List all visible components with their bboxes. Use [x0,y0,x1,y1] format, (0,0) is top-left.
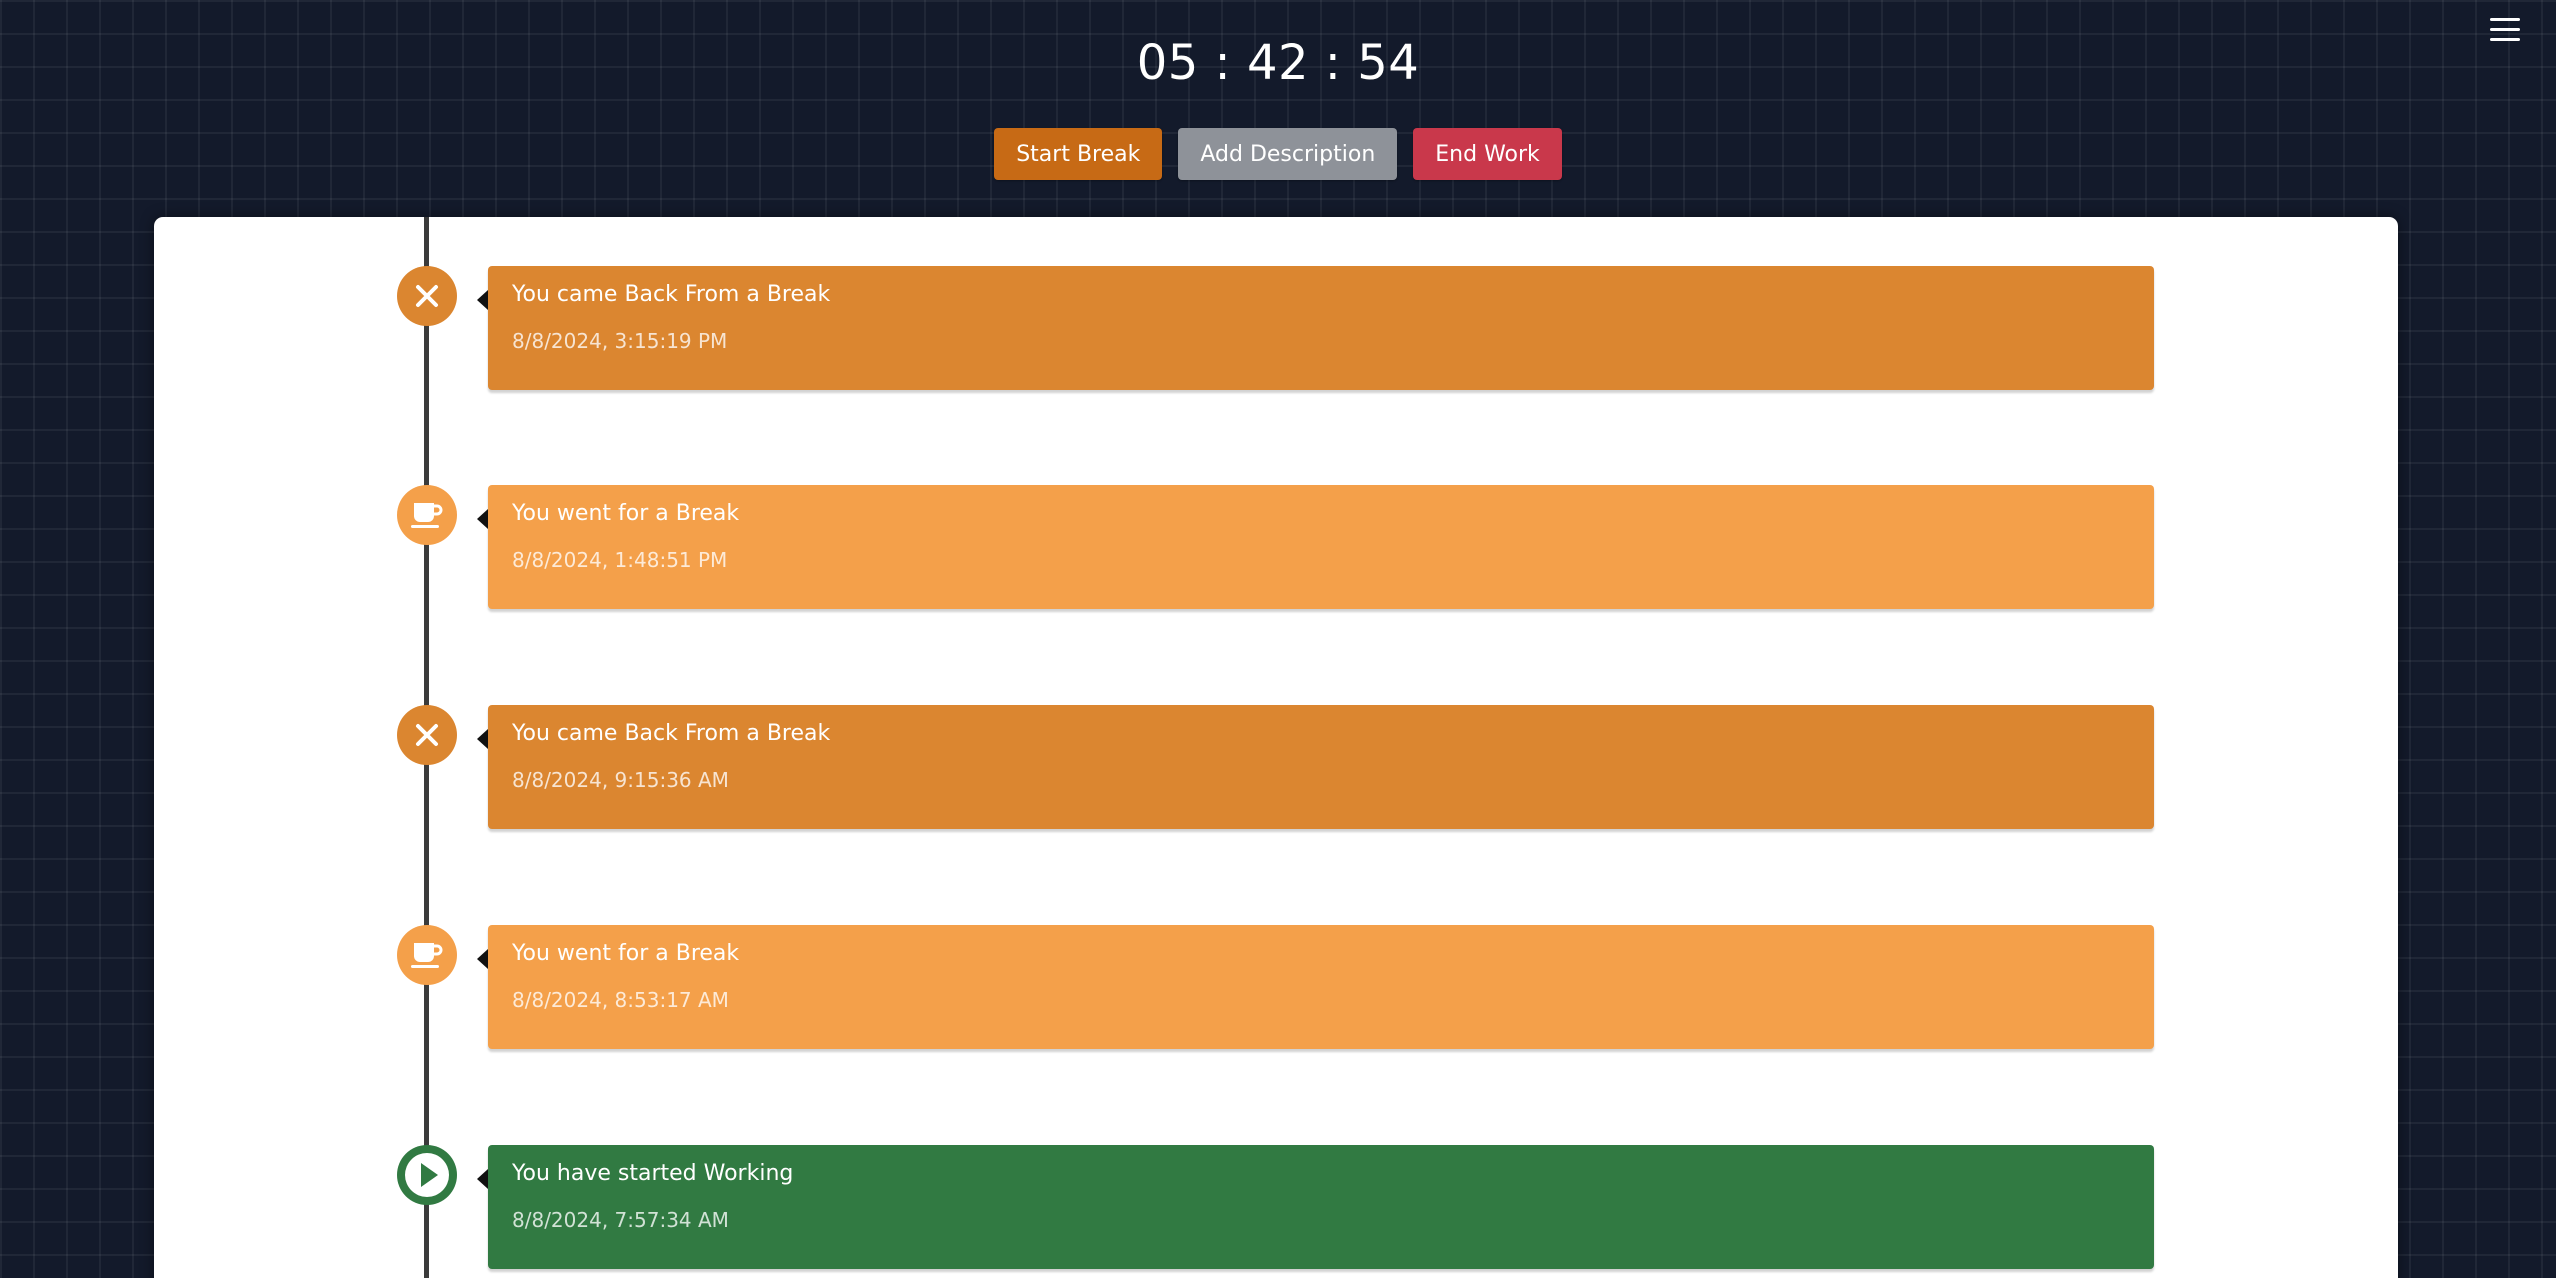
event-timestamp: 8/8/2024, 8:53:17 AM [512,988,729,1012]
close-icon [397,266,457,326]
event-title: You went for a Break [512,941,740,966]
timeline-event-card: You have started Working 8/8/2024, 7:57:… [477,1145,2154,1269]
end-work-button[interactable]: End Work [1413,128,1562,180]
coffee-cup-icon [397,485,457,545]
coffee-cup-icon [397,925,457,985]
event-timestamp: 8/8/2024, 7:57:34 AM [512,1208,729,1232]
event-title: You came Back From a Break [512,721,831,746]
action-bar: Start Break Add Description End Work [0,128,2556,180]
event-timestamp: 8/8/2024, 3:15:19 PM [512,329,728,353]
event-title: You have started Working [512,1161,794,1186]
timeline-event-card: You went for a Break 8/8/2024, 8:53:17 A… [477,925,2154,1049]
event-timestamp: 8/8/2024, 9:15:36 AM [512,768,729,792]
timeline-event: You came Back From a Break 8/8/2024, 9:1… [154,705,2398,829]
close-icon [397,705,457,765]
timeline-event: You went for a Break 8/8/2024, 8:53:17 A… [154,925,2398,1049]
play-icon [397,1145,457,1205]
timeline-event-card: You went for a Break 8/8/2024, 1:48:51 P… [477,485,2154,609]
event-title: You came Back From a Break [512,282,831,307]
work-timer: 05 : 42 : 54 [1136,35,1420,91]
event-timestamp: 8/8/2024, 1:48:51 PM [512,548,728,572]
add-description-button[interactable]: Add Description [1178,128,1398,180]
start-break-button[interactable]: Start Break [994,128,1163,180]
timeline-event: You went for a Break 8/8/2024, 1:48:51 P… [154,485,2398,609]
timeline-event-card: You came Back From a Break 8/8/2024, 9:1… [477,705,2154,829]
timeline-panel: You came Back From a Break 8/8/2024, 3:1… [154,217,2398,1278]
timeline-event: You came Back From a Break 8/8/2024, 3:1… [154,266,2398,390]
timeline-event-card: You came Back From a Break 8/8/2024, 3:1… [477,266,2154,390]
timeline-event: You have started Working 8/8/2024, 7:57:… [154,1145,2398,1269]
event-title: You went for a Break [512,501,740,526]
